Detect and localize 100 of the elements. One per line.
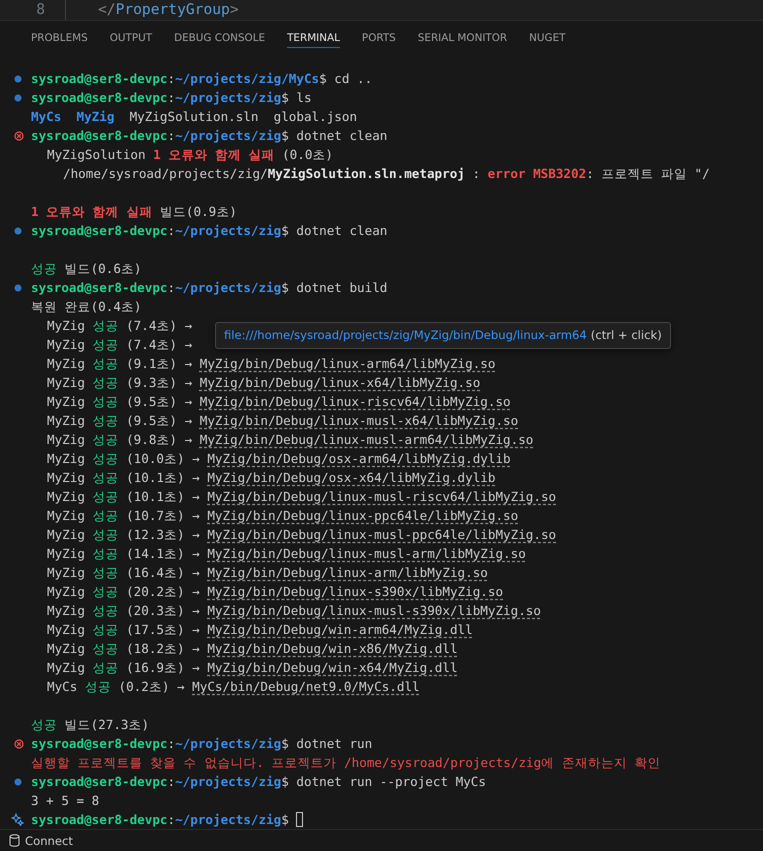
terminal-text: MyZig <box>47 602 86 620</box>
error-text: error MSB3202 <box>488 165 586 184</box>
success-text: 성공 <box>92 659 118 678</box>
terminal-text: (7.4초) → <box>125 317 192 336</box>
terminal-text: $ dotnet run <box>281 735 372 754</box>
success-text: 성공 <box>92 564 118 582</box>
tooltip-hint: (ctrl + click) <box>590 328 662 344</box>
prompt-user: sysroad@ser8-devpc <box>31 89 168 108</box>
terminal-text: (9.5초) → <box>125 393 194 412</box>
terminal-text: MyZig <box>47 412 86 430</box>
success-text: 성공 <box>92 507 118 526</box>
folder-name: MyCs <box>31 108 62 126</box>
terminal-text: (20.3초) → <box>125 602 201 620</box>
file-link[interactable]: MyZig/bin/Debug/osx-x64/libMyZig.dylib <box>207 468 496 488</box>
terminal-text: : <box>471 165 482 184</box>
prompt-user: sysroad@ser8-devpc <box>31 773 168 792</box>
terminal-text: $ cd .. <box>319 70 372 88</box>
terminal-text: /home/sysroad/projects/zig/ <box>63 165 268 184</box>
prompt-user: sysroad@ser8-devpc <box>31 735 168 754</box>
file-link[interactable]: MyZig/bin/Debug/linux-arm64/libMyZig.so <box>200 354 496 374</box>
panel-tab[interactable]: PROBLEMS <box>31 28 88 48</box>
success-dot-icon[interactable] <box>14 226 22 235</box>
panel-tab[interactable]: PORTS <box>362 28 396 48</box>
terminal-text: : <box>167 89 176 108</box>
panel-tab[interactable]: OUTPUT <box>110 28 152 48</box>
sparkle-icon[interactable] <box>11 813 24 826</box>
terminal-text: (9.8초) → <box>125 431 194 450</box>
terminal-text: 복원 완료(0.4초) <box>31 298 142 316</box>
terminal-text: $ dotnet clean <box>281 222 388 240</box>
success-text: 성공 <box>92 355 118 374</box>
terminal-text: (16.4초) → <box>125 564 201 582</box>
terminal-text: MyZigSolution.sln global.json <box>130 108 358 126</box>
file-link[interactable]: MyZig/bin/Debug/linux-riscv64/libMyZig.so <box>200 392 511 412</box>
database-icon[interactable] <box>9 834 20 848</box>
terminal-text: $ ls <box>281 89 312 108</box>
prompt-user: sysroad@ser8-devpc <box>31 279 168 298</box>
terminal-text: (12.3초) → <box>125 526 201 544</box>
terminal-text: : <box>167 811 176 830</box>
error-text: 실행할 프로젝트를 찾을 수 없습니다. 프로젝트가 /home/sysroad/projects/zig에 존재하는지 확인 <box>31 754 660 772</box>
prompt-path: ~/projects/zig <box>175 773 282 792</box>
terminal-text: (7.4초) → <box>125 336 192 354</box>
terminal-text: MyZig <box>47 450 86 468</box>
prompt-path: ~/projects/zig <box>175 222 282 240</box>
terminal-text: MyZig <box>47 336 86 354</box>
panel-tab[interactable]: NUGET <box>529 28 566 48</box>
terminal-text: 3 + 5 = 8 <box>31 792 100 810</box>
terminal-text: (17.5초) → <box>125 621 201 640</box>
error-icon[interactable] <box>14 738 24 749</box>
file-link[interactable]: MyCs/bin/Debug/net9.0/MyCs.dll <box>192 677 420 696</box>
connect-label[interactable]: Connect <box>25 834 73 848</box>
terminal-text: MyZig <box>47 374 86 392</box>
terminal-text: MyZigSolution <box>47 146 147 164</box>
tooltip-link[interactable]: file:///home/sysroad/projects/zig/MyZig/bin/Debug/linux-arm64 <box>224 328 587 344</box>
error-text: 1 오류와 함께 실패 <box>153 146 274 164</box>
error-icon[interactable] <box>14 130 24 141</box>
prompt-path: ~/projects/zig <box>175 279 282 298</box>
terminal-text: (16.9초) → <box>125 659 201 678</box>
file-link[interactable]: MyZig/bin/Debug/linux-x64/libMyZig.so <box>200 373 480 392</box>
file-link[interactable]: MyZig/bin/Debug/linux-musl-arm64/libMyZig.so <box>200 430 534 450</box>
terminal-text: MyZig <box>47 640 86 658</box>
file-link[interactable]: MyZig/bin/Debug/win-x64/MyZig.dll <box>207 658 458 678</box>
success-text: 성공 <box>92 450 118 468</box>
file-link[interactable]: MyZig/bin/Debug/linux-musl-ppc64le/libMyZig.so <box>207 525 556 544</box>
success-dot-icon[interactable] <box>14 74 22 83</box>
terminal-text: MyCs <box>47 678 78 696</box>
terminal-text: MyZig <box>47 545 86 564</box>
panel-tab[interactable]: DEBUG CONSOLE <box>174 28 266 48</box>
success-text: 성공 <box>92 583 118 602</box>
prompt-user: sysroad@ser8-devpc <box>31 127 168 146</box>
terminal-text: 빌드(27.3초) <box>64 716 150 734</box>
file-link[interactable]: MyZig/bin/Debug/linux-musl-s390x/libMyZig.so <box>207 601 541 620</box>
panel-tab[interactable]: SERIAL MONITOR <box>418 28 508 48</box>
terminal-text: MyZig <box>47 317 86 336</box>
success-text: 성공 <box>92 602 118 620</box>
prompt-path: ~/projects/zig <box>175 89 282 108</box>
terminal-text: (10.1초) → <box>125 488 201 506</box>
file-link[interactable]: MyZig/bin/Debug/linux-s390x/libMyZig.so <box>207 582 504 602</box>
file-link[interactable]: MyZig/bin/Debug/win-arm64/MyZig.dll <box>207 620 473 640</box>
file-link[interactable]: MyZig/bin/Debug/linux-musl-riscv64/libMyZig.so <box>207 487 556 506</box>
file-link[interactable]: MyZig/bin/Debug/linux-ppc64le/libMyZig.so <box>207 506 518 526</box>
success-dot-icon[interactable] <box>14 284 22 292</box>
file-link[interactable]: MyZig/bin/Debug/osx-arm64/libMyZig.dylib <box>207 449 511 468</box>
terminal-text: : <box>167 222 176 240</box>
terminal-text: MyZig <box>47 564 86 582</box>
terminal-text: : <box>167 70 176 88</box>
success-text: 성공 <box>92 526 118 544</box>
prompt-path: ~/projects/zig <box>175 735 282 754</box>
terminal-text: (14.1초) → <box>125 545 201 564</box>
terminal-text: MyZig <box>47 507 86 526</box>
success-text: 성공 <box>92 393 118 412</box>
panel-tab[interactable]: TERMINAL <box>287 28 340 48</box>
file-link[interactable]: MyZig/bin/Debug/linux-musl-x64/libMyZig.so <box>200 411 518 430</box>
terminal-text: $ dotnet clean <box>281 127 388 146</box>
prompt-path: ~/projects/zig <box>175 127 282 146</box>
success-dot-icon[interactable] <box>14 94 22 102</box>
file-link[interactable]: MyZig/bin/Debug/linux-musl-arm/libMyZig.so <box>207 544 526 564</box>
terminal-text: (10.7초) → <box>125 507 201 526</box>
file-link[interactable]: MyZig/bin/Debug/linux-arm/libMyZig.so <box>207 563 488 582</box>
success-dot-icon[interactable] <box>14 778 22 786</box>
file-link[interactable]: MyZig/bin/Debug/win-x86/MyZig.dll <box>207 639 458 658</box>
